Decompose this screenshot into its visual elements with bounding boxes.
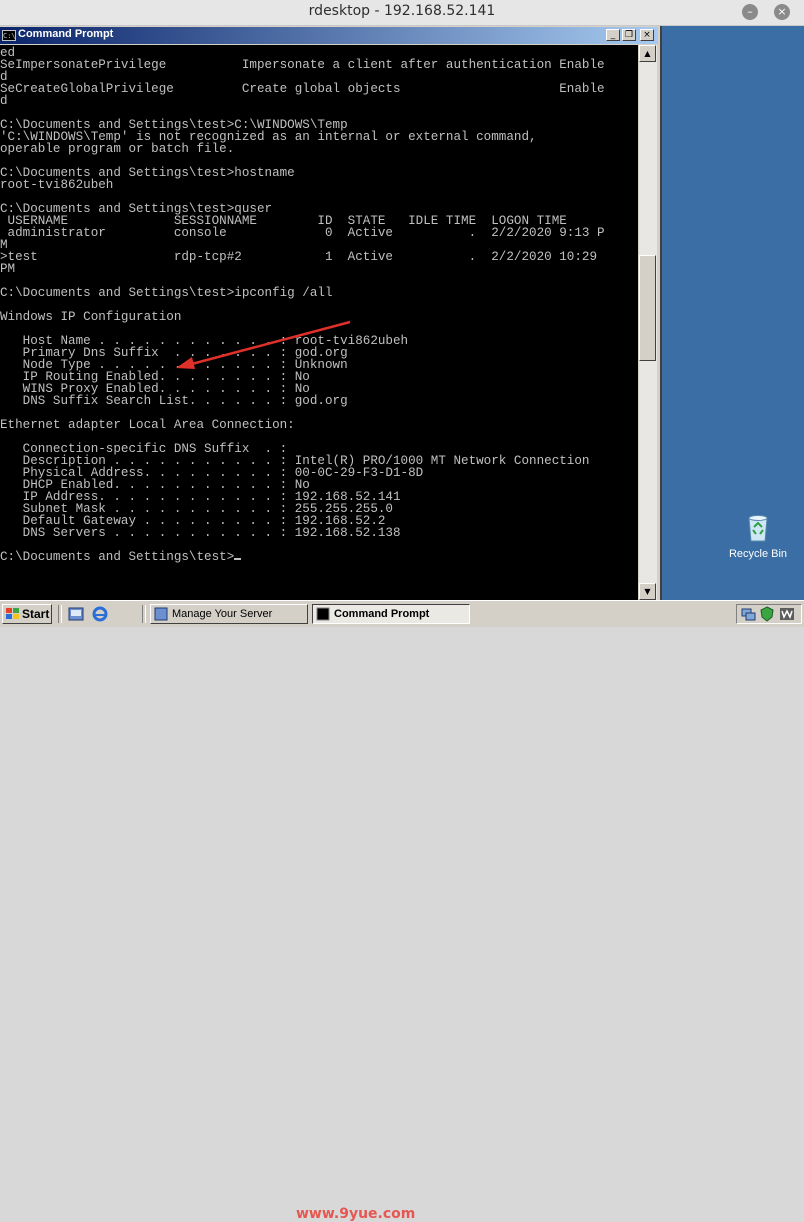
console-output[interactable]: ed SeImpersonatePrivilege Impersonate a …	[0, 45, 638, 600]
cmd-app-icon: C:\	[2, 30, 16, 41]
scroll-down-button[interactable]: ▼	[639, 583, 656, 600]
network-tray-icon[interactable]	[740, 606, 756, 622]
windows-logo-icon	[6, 608, 19, 619]
cmd-window-title: Command Prompt	[18, 28, 114, 40]
command-prompt-window[interactable]: C:\ Command Prompt _ ❐ × ed SeImpersonat…	[0, 26, 662, 600]
scroll-thumb[interactable]	[639, 255, 656, 361]
server-manager-quicklaunch-icon[interactable]	[68, 606, 84, 622]
start-label: Start	[22, 607, 50, 621]
rdesktop-window-title: rdesktop - 192.168.52.141	[308, 3, 496, 19]
vmware-tools-tray-icon[interactable]	[779, 606, 795, 622]
taskbar-button-label: Command Prompt	[334, 608, 430, 620]
scroll-up-button[interactable]: ▲	[639, 45, 656, 62]
taskbar-command-prompt[interactable]: Command Prompt	[312, 604, 470, 624]
start-button[interactable]: Start	[2, 604, 52, 624]
security-tray-icon[interactable]	[759, 606, 775, 622]
red-arrow-annotation	[176, 320, 351, 369]
taskbar-button-label: Manage Your Server	[172, 608, 273, 620]
taskbar-separator	[142, 605, 146, 623]
taskbar: Start Manage Your Server Command Prompt …	[0, 600, 804, 1222]
cmd-restore-button[interactable]: ❐	[622, 29, 636, 41]
rdesktop-title-bar: rdesktop - 192.168.52.141 – ×	[0, 0, 804, 26]
cmd-close-button[interactable]: ×	[640, 29, 654, 41]
recycle-bin-icon	[748, 515, 768, 542]
manage-server-icon	[154, 607, 168, 621]
taskbar-manage-your-server[interactable]: Manage Your Server	[150, 604, 308, 624]
internet-explorer-icon[interactable]	[92, 606, 108, 622]
recycle-bin-label: Recycle Bin	[728, 548, 788, 560]
cmd-title-bar[interactable]: C:\ Command Prompt _ ❐ ×	[0, 27, 658, 44]
recycle-bin[interactable]: Recycle Bin	[722, 512, 794, 560]
watermark: www.9yue.com	[296, 1206, 416, 1222]
command-prompt-icon	[316, 607, 330, 621]
quicklaunch-separator	[58, 605, 62, 623]
minimize-icon[interactable]: –	[742, 4, 758, 20]
console-scrollbar[interactable]: ▲ ▼	[638, 45, 657, 600]
close-icon[interactable]: ×	[774, 4, 790, 20]
system-tray	[736, 604, 802, 624]
cmd-minimize-button[interactable]: _	[606, 29, 620, 41]
